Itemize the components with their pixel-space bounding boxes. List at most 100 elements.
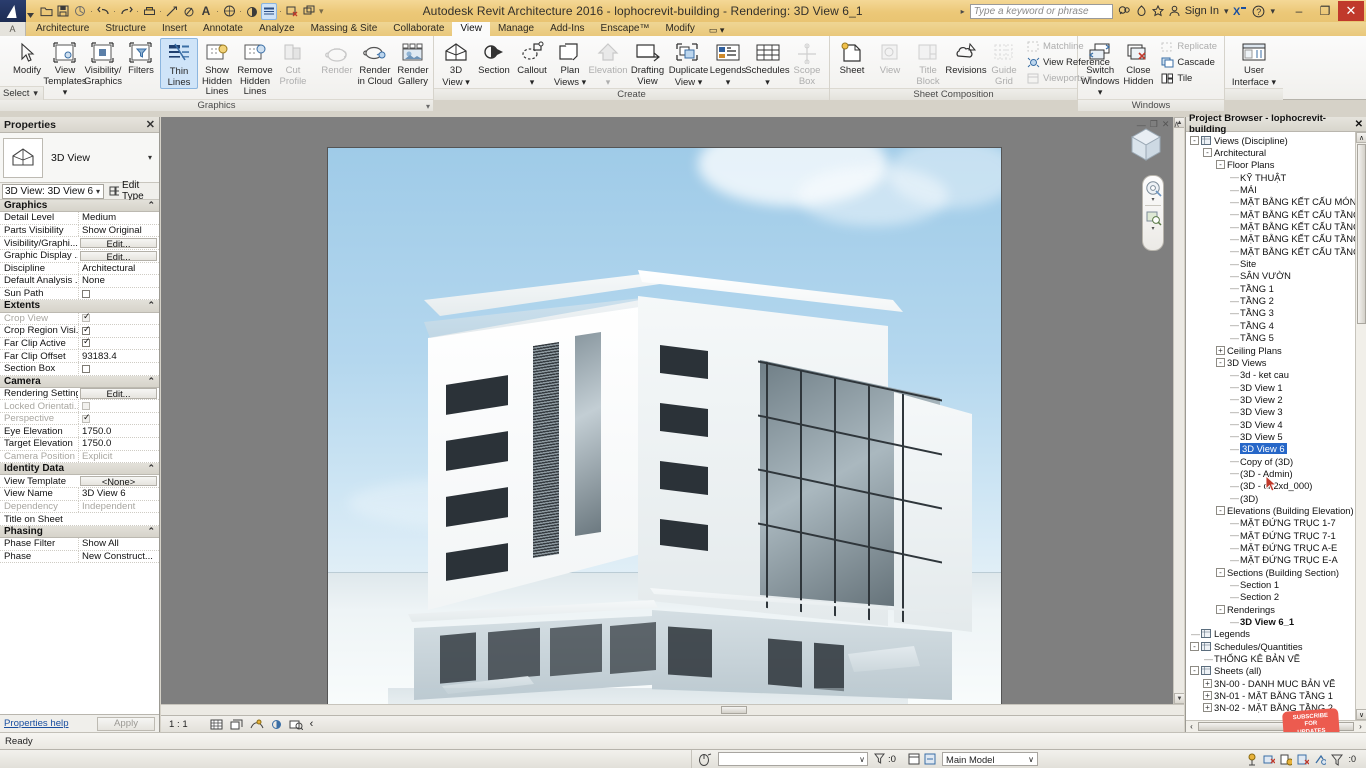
collapse-chevron-icon[interactable]: ⌃	[147, 200, 155, 211]
property-value[interactable]	[78, 312, 159, 324]
ribbon-tab-collaborate[interactable]: Collaborate	[385, 22, 452, 36]
scroll-down-button[interactable]: ▼	[1174, 693, 1184, 704]
properties-group-header[interactable]: Graphics ⌃	[0, 200, 159, 213]
property-value[interactable]: None	[78, 275, 159, 287]
property-checkbox[interactable]	[82, 364, 90, 373]
ribbon-collapse-caret-icon[interactable]: ∧	[1173, 119, 1180, 130]
property-value[interactable]	[78, 400, 159, 412]
visual-style-icon[interactable]	[230, 719, 243, 730]
ribbon-tab-add-ins[interactable]: Add-Ins	[542, 22, 592, 36]
section-button[interactable]: Section	[475, 38, 513, 77]
detail-level-icon[interactable]	[210, 719, 223, 730]
properties-close-icon[interactable]: ✕	[146, 118, 155, 131]
help-caret-icon[interactable]: ▾	[1270, 6, 1275, 17]
default-3d-view-icon[interactable]	[221, 3, 237, 20]
properties-group-header[interactable]: Extents ⌃	[0, 300, 159, 313]
tree-node[interactable]: — TẦNG 1	[1186, 282, 1366, 294]
collapse-chevron-icon[interactable]: ⌃	[147, 376, 155, 387]
tree-node[interactable]: - Views (Discipline)	[1186, 134, 1366, 146]
tree-node[interactable]: - Renderings	[1186, 603, 1366, 615]
browser-vertical-scrollbar[interactable]: ∧ ∨	[1355, 132, 1366, 720]
collapse-expander-icon[interactable]: -	[1190, 641, 1199, 651]
schedules-button[interactable]: Schedules ▾	[745, 38, 790, 88]
expand-expander-icon[interactable]: +	[1216, 345, 1225, 355]
tree-node[interactable]: +3N-01 - MẶT BẰNG TẦNG 1	[1186, 689, 1366, 701]
ribbon-tab-overflow-caret-icon[interactable]: ▭ ▾	[703, 25, 731, 36]
tree-node[interactable]: +3N-02 - MẶT BẰNG TẦNG 2	[1186, 702, 1366, 714]
ribbon-tab-manage[interactable]: Manage	[490, 22, 542, 36]
collapse-expander-icon[interactable]: -	[1216, 505, 1225, 515]
print-icon[interactable]	[141, 3, 157, 20]
steering-wheel-caret-icon[interactable]: ▾	[1151, 197, 1154, 203]
minimize-button[interactable]: –	[1286, 1, 1312, 21]
tree-node[interactable]: -3D Views	[1186, 356, 1366, 368]
view-scale-label[interactable]: 1 : 1	[169, 719, 188, 730]
modify-button[interactable]: Modify	[8, 38, 46, 77]
thin-lines-button[interactable]: Thin Lines	[160, 38, 198, 89]
tree-node[interactable]: - Architectural	[1186, 146, 1366, 158]
property-value[interactable]: 1750.0	[78, 438, 159, 450]
tree-node[interactable]: — SÂN VƯỜN	[1186, 270, 1366, 282]
property-value[interactable]: Show All	[78, 538, 159, 550]
zoom-caret-icon[interactable]: ▾	[1151, 226, 1154, 232]
property-value[interactable]: 3D View 6	[78, 488, 159, 500]
property-value[interactable]: New Construct...	[78, 550, 159, 562]
status-filter-caret-icon[interactable]: ∨	[859, 755, 865, 764]
ribbon-tab-enscape[interactable]: Enscape™	[593, 22, 658, 36]
hscroll-thumb[interactable]	[721, 706, 747, 714]
collapse-expander-icon[interactable]: -	[1203, 148, 1212, 158]
property-value[interactable]	[78, 413, 159, 425]
open-icon[interactable]	[38, 3, 54, 20]
collapse-expander-icon[interactable]: -	[1190, 666, 1199, 676]
editing-requests-icon[interactable]	[924, 753, 936, 765]
property-value[interactable]: 1750.0	[78, 425, 159, 437]
account-icon[interactable]	[1169, 5, 1180, 17]
apply-button[interactable]: Apply	[97, 716, 155, 731]
collapse-chevron-icon[interactable]: ⌃	[147, 526, 155, 537]
graphics-dialog-launcher[interactable]: ▾	[426, 101, 430, 113]
ribbon-tab-insert[interactable]: Insert	[154, 22, 195, 36]
visibility-graphics-button[interactable]: Visibility/Graphics	[84, 38, 122, 87]
view-vertical-scrollbar[interactable]: ▲ ▼	[1173, 117, 1184, 704]
tree-node[interactable]: —3D View 1	[1186, 381, 1366, 393]
property-value[interactable]: Explicit	[78, 450, 159, 462]
tree-node[interactable]: — TẦNG 5	[1186, 332, 1366, 344]
property-checkbox[interactable]	[82, 313, 91, 323]
reveal-constraints-icon[interactable]	[1246, 753, 1258, 765]
maximize-button[interactable]: ❐	[1312, 1, 1338, 21]
expand-expander-icon[interactable]: +	[1203, 678, 1212, 688]
close-button[interactable]: ✕	[1338, 1, 1364, 21]
type-caret-icon[interactable]: ▾	[148, 153, 156, 162]
property-checkbox[interactable]	[82, 289, 90, 298]
view-restore-button[interactable]: ❐	[1150, 119, 1158, 130]
tree-node[interactable]: —3D View 3	[1186, 406, 1366, 418]
duplicate-view-button[interactable]: Duplicate View ▾	[668, 38, 709, 88]
collapse-expander-icon[interactable]: -	[1190, 135, 1199, 145]
property-value[interactable]: Edit...	[80, 237, 157, 249]
tree-node[interactable]: - Elevations (Building Elevation)	[1186, 504, 1366, 516]
thin-lines-icon[interactable]	[261, 2, 277, 20]
revisions-button[interactable]: Revisions	[945, 38, 987, 77]
property-value[interactable]: Independent	[78, 500, 159, 512]
browser-hscroll-left-arrow[interactable]: ‹	[1186, 722, 1197, 731]
tree-node[interactable]: — Section 2	[1186, 591, 1366, 603]
tree-node[interactable]: — MẶT BẰNG KẾT CẤU TẦNG 3	[1186, 220, 1366, 232]
property-value[interactable]: Show Original	[78, 225, 159, 237]
tree-node[interactable]: + Ceiling Plans	[1186, 344, 1366, 356]
ribbon-tab-modify[interactable]: Modify	[657, 22, 702, 36]
search-input[interactable]: Type a keyword or phrase	[969, 3, 1113, 19]
close-hidden-button[interactable]: Close Hidden	[1119, 38, 1157, 87]
tree-node[interactable]: — MẶT ĐỨNG TRỤC A-E	[1186, 541, 1366, 553]
switch-windows-icon[interactable]	[301, 3, 317, 20]
tree-node[interactable]: — Section 1	[1186, 578, 1366, 590]
tree-node[interactable]: — TẦNG 3	[1186, 307, 1366, 319]
active-workset-status-icon[interactable]	[1280, 753, 1293, 765]
tree-node[interactable]: — MẶT BẰNG KẾT CẤU TẦNG 4	[1186, 233, 1366, 245]
close-hidden-windows-icon[interactable]	[284, 3, 300, 20]
tree-node[interactable]: — Legends	[1186, 628, 1366, 640]
property-checkbox[interactable]	[82, 413, 91, 423]
property-value[interactable]: Edit...	[80, 388, 157, 399]
section-icon[interactable]	[244, 3, 260, 20]
tree-node-selected[interactable]: —3D View 6	[1186, 443, 1366, 455]
temporary-hide-isolate-icon[interactable]	[1314, 753, 1327, 765]
